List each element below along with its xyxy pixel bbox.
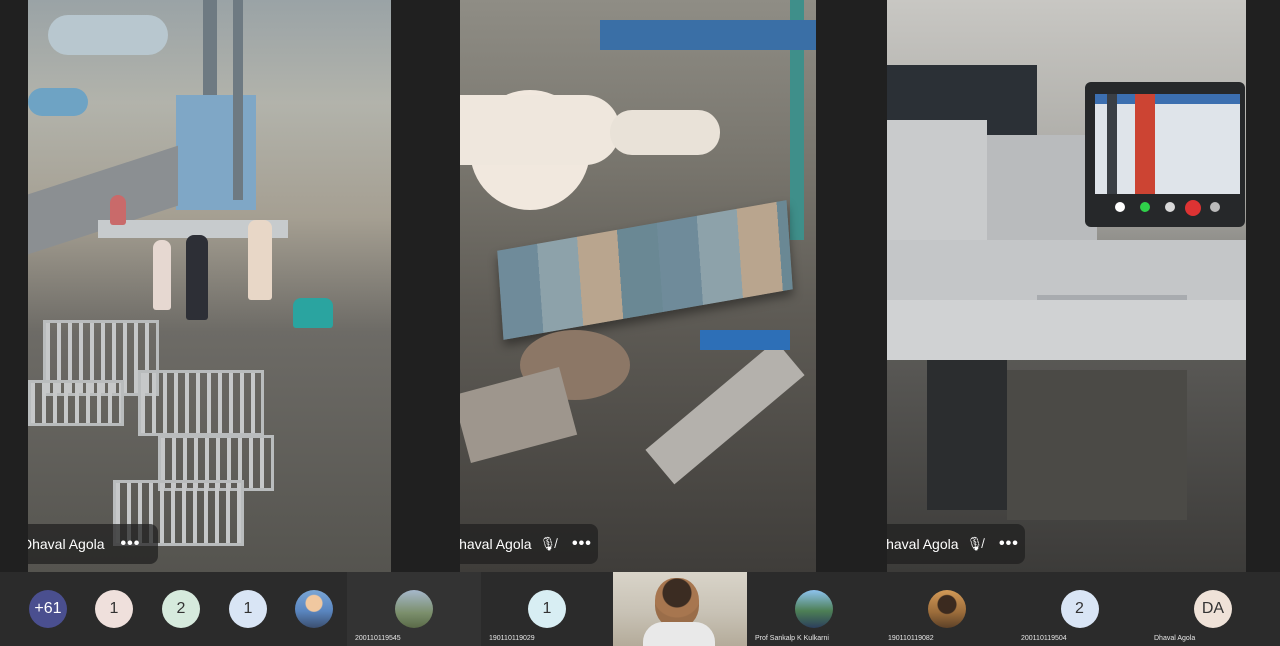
participant-label: Prof Sankalp K Kulkarni <box>755 635 829 642</box>
video-feed-factory-floor <box>28 0 391 572</box>
participant-tile[interactable]: Prof Sankalp K Kulkarni <box>747 572 880 646</box>
participant-avatar: 1 <box>528 590 566 628</box>
ceramic-tile-image <box>497 200 793 340</box>
more-options-icon[interactable]: ••• <box>572 535 592 553</box>
participant-tile[interactable] <box>286 572 342 646</box>
participant-photo-avatar <box>794 590 833 628</box>
participant-avatar: 2 <box>162 590 200 628</box>
participant-photo-avatar <box>295 590 333 628</box>
video-tile-3[interactable]: Dhaval Agola 🎙︎̸ ••• <box>887 0 1246 572</box>
machine-control-panel <box>1085 82 1245 227</box>
more-options-icon[interactable]: ••• <box>121 535 141 553</box>
participant-label: Dhaval Agola <box>1154 635 1196 642</box>
participant-avatar: 2 <box>1060 590 1099 628</box>
participant-name-label: Dhaval Agola ••• <box>28 524 158 564</box>
participant-name: Dhaval Agola <box>28 536 105 552</box>
participant-photo-avatar <box>395 590 433 628</box>
mic-muted-icon: 🎙︎̸ <box>539 536 557 551</box>
participant-name: Dhaval Agola <box>460 536 532 552</box>
participant-name-label: Dhaval Agola 🎙︎̸ ••• <box>887 524 1025 564</box>
participant-avatar: 1 <box>229 590 267 628</box>
participant-video-thumbnail[interactable] <box>613 572 747 646</box>
participant-tile[interactable]: 2 <box>153 572 209 646</box>
participant-label: 190110119082 <box>888 635 934 642</box>
participant-avatar: 1 <box>95 590 133 628</box>
participant-tile[interactable]: 200110119545 <box>347 572 481 646</box>
video-grid: Dhaval Agola ••• Dhaval Agola 🎙︎̸ ••• <box>0 0 1280 572</box>
participant-avatar: DA <box>1194 590 1232 628</box>
participant-tile[interactable]: 190110119082 <box>880 572 1013 646</box>
participant-label: 190110119029 <box>489 635 535 642</box>
participant-label: 200110119545 <box>355 635 401 642</box>
participant-label: 200110119504 <box>1021 635 1067 642</box>
participant-strip: +61 1 2 1 200110119545 1 190110119029 Pr… <box>0 572 1280 646</box>
overflow-participants[interactable]: +61 <box>20 572 76 646</box>
video-tile-1[interactable]: Dhaval Agola ••• <box>28 0 391 572</box>
video-feed-machine <box>887 0 1246 572</box>
more-options-icon[interactable]: ••• <box>999 535 1019 553</box>
participant-tile[interactable]: DA Dhaval Agola <box>1146 572 1280 646</box>
participant-face <box>655 578 699 628</box>
participant-photo-avatar <box>927 590 966 628</box>
participant-avatar: +61 <box>29 590 67 628</box>
participant-tile[interactable]: 2 200110119504 <box>1013 572 1146 646</box>
participant-tile[interactable]: 1 190110119029 <box>481 572 613 646</box>
participant-tile[interactable]: 1 <box>86 572 142 646</box>
participant-tile[interactable]: 1 <box>220 572 276 646</box>
mic-muted-icon: 🎙︎̸ <box>966 536 984 551</box>
participant-name: Dhaval Agola <box>887 536 959 552</box>
participant-name-label: Dhaval Agola 🎙︎̸ ••• <box>460 524 598 564</box>
video-feed-conveyor <box>460 0 816 572</box>
video-tile-2[interactable]: Dhaval Agola 🎙︎̸ ••• <box>460 0 816 572</box>
